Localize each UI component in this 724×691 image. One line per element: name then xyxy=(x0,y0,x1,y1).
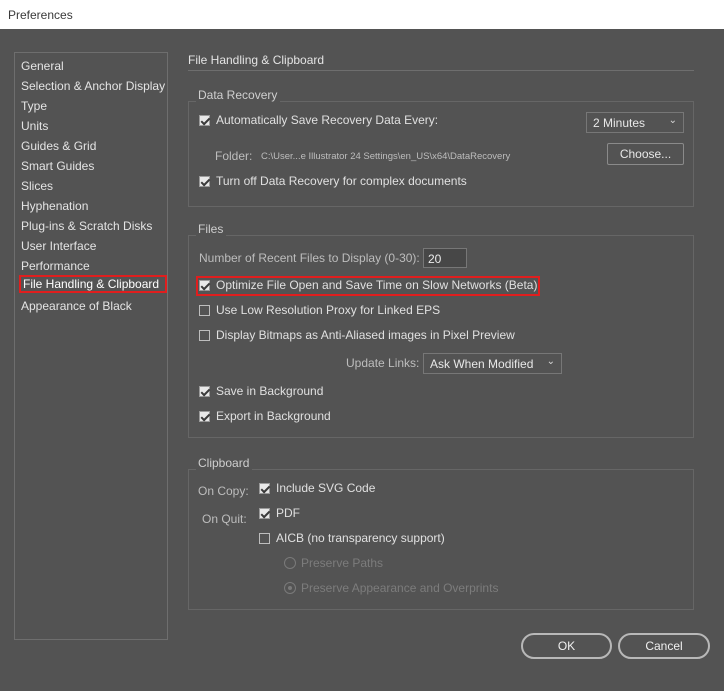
sidebar-item-type[interactable]: Type xyxy=(21,97,47,115)
title-divider xyxy=(188,70,694,71)
ok-button[interactable]: OK xyxy=(521,633,612,659)
pdf-label: PDF xyxy=(276,506,300,520)
preserve-paths-label: Preserve Paths xyxy=(301,556,384,570)
window-titlebar: Preferences xyxy=(0,0,724,29)
turn-off-recovery-checkbox[interactable] xyxy=(199,176,210,187)
sidebar-item-performance[interactable]: Performance xyxy=(21,257,90,275)
group-border-top-right xyxy=(280,101,694,102)
sidebar-item-guides-grid[interactable]: Guides & Grid xyxy=(21,137,96,155)
sidebar-item-appearance-of-black[interactable]: Appearance of Black xyxy=(21,297,132,315)
optimize-label: Optimize File Open and Save Time on Slow… xyxy=(216,278,538,292)
folder-path: C:\User...e Illustrator 24 Settings\en_U… xyxy=(261,151,511,162)
save-background-checkbox[interactable] xyxy=(199,386,210,397)
chevron-down-icon: ⌄ xyxy=(546,356,555,367)
update-links-select[interactable]: Ask When Modified ⌄ xyxy=(423,353,562,374)
group-border-top-left xyxy=(188,101,196,102)
sidebar-item-hyphenation[interactable]: Hyphenation xyxy=(21,197,88,215)
folder-label: Folder: xyxy=(215,149,253,163)
clipboard-label: Clipboard xyxy=(198,456,250,470)
low-res-proxy-label: Use Low Resolution Proxy for Linked EPS xyxy=(216,303,441,317)
sidebar-item-selection-anchor-display[interactable]: Selection & Anchor Display xyxy=(21,77,165,95)
turn-off-recovery-label: Turn off Data Recovery for complex docum… xyxy=(216,174,467,188)
preserve-paths-radio[interactable] xyxy=(284,557,296,569)
update-links-label: Update Links: xyxy=(346,356,420,370)
on-copy-label: On Copy: xyxy=(198,484,249,498)
choose-folder-button[interactable]: Choose... xyxy=(607,143,684,165)
sidebar-item-plugins-scratch-disks[interactable]: Plug-ins & Scratch Disks xyxy=(21,217,152,235)
sidebar: General Selection & Anchor Display Type … xyxy=(14,52,168,640)
export-background-checkbox[interactable] xyxy=(199,411,210,422)
aicb-checkbox[interactable] xyxy=(259,533,270,544)
save-background-label: Save in Background xyxy=(216,384,324,398)
group-border-top-left xyxy=(188,469,196,470)
sidebar-item-general[interactable]: General xyxy=(21,57,64,75)
files-label: Files xyxy=(198,222,224,236)
page-title: File Handling & Clipboard xyxy=(188,53,325,67)
sidebar-item-slices[interactable]: Slices xyxy=(21,177,53,195)
sidebar-item-user-interface[interactable]: User Interface xyxy=(21,237,96,255)
recovery-interval-select[interactable]: 2 Minutes ⌄ xyxy=(586,112,684,133)
sidebar-item-units[interactable]: Units xyxy=(21,117,48,135)
group-border-top-right xyxy=(226,235,694,236)
chevron-down-icon: ⌄ xyxy=(668,115,677,126)
optimize-checkbox[interactable] xyxy=(199,280,210,291)
recent-files-input[interactable]: 20 xyxy=(423,248,467,268)
pdf-checkbox[interactable] xyxy=(259,508,270,519)
update-links-value: Ask When Modified xyxy=(430,357,534,371)
display-bitmaps-label: Display Bitmaps as Anti-Aliased images i… xyxy=(216,328,515,342)
preferences-dialog: General Selection & Anchor Display Type … xyxy=(0,29,724,691)
include-svg-checkbox[interactable] xyxy=(259,483,270,494)
sidebar-item-smart-guides[interactable]: Smart Guides xyxy=(21,157,94,175)
cancel-button[interactable]: Cancel xyxy=(618,633,710,659)
preserve-appearance-label: Preserve Appearance and Overprints xyxy=(301,581,499,595)
display-bitmaps-checkbox[interactable] xyxy=(199,330,210,341)
data-recovery-label: Data Recovery xyxy=(198,88,278,102)
group-border-top-left xyxy=(188,235,196,236)
aicb-label: AICB (no transparency support) xyxy=(276,531,445,545)
include-svg-label: Include SVG Code xyxy=(276,481,376,495)
low-res-proxy-checkbox[interactable] xyxy=(199,305,210,316)
auto-save-label: Automatically Save Recovery Data Every: xyxy=(216,113,439,127)
window-title: Preferences xyxy=(8,8,73,22)
sidebar-item-file-handling-clipboard[interactable]: File Handling & Clipboard xyxy=(19,275,167,293)
recovery-interval-value: 2 Minutes xyxy=(593,116,646,130)
preserve-appearance-radio[interactable] xyxy=(284,582,296,594)
recent-files-label: Number of Recent Files to Display (0-30)… xyxy=(199,251,420,265)
export-background-label: Export in Background xyxy=(216,409,331,423)
group-border-top-right xyxy=(252,469,694,470)
auto-save-checkbox[interactable] xyxy=(199,115,210,126)
on-quit-label: On Quit: xyxy=(202,512,247,526)
